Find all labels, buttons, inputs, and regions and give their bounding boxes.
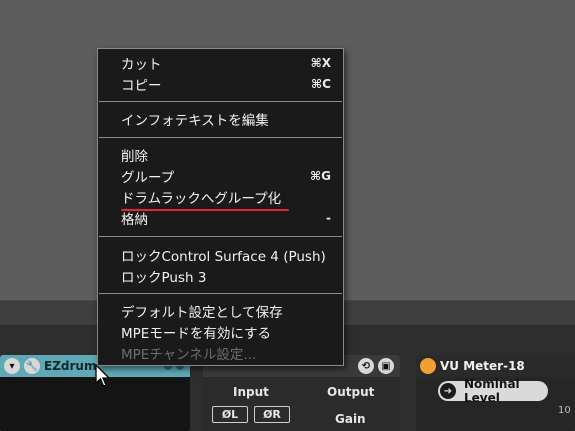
menu-item-lock-push[interactable]: ロックPush 3: [121, 265, 331, 286]
menu-shortcut: ⌘C: [311, 76, 331, 91]
menu-item-label: グループ: [121, 169, 175, 186]
menu-item-label: インフォテキストを編集: [121, 112, 269, 129]
menu-item-lock-control-surface[interactable]: ロックControl Surface 4 (Push): [121, 244, 331, 265]
device-name: VU Meter-18: [440, 359, 525, 373]
menu-item-mpe-channel-settings: MPEチャンネル設定...: [121, 342, 331, 363]
hot-swap-icon[interactable]: ⟲: [358, 358, 374, 374]
menu-item-label: ロックControl Surface 4 (Push): [121, 248, 326, 265]
input-label: Input: [233, 385, 269, 399]
phase-left-button[interactable]: ØL: [212, 406, 248, 423]
menu-item-label: MPEチャンネル設定...: [121, 346, 257, 363]
utility-device: ⟲ ▣ Input Output Gain ØL ØR: [203, 355, 400, 431]
output-label: Output: [327, 385, 375, 399]
menu-item-copy[interactable]: コピー ⌘C: [121, 73, 331, 94]
menu-item-edit-info-text[interactable]: インフォテキストを編集: [121, 108, 331, 129]
menu-item-label: カット: [121, 56, 162, 73]
menu-separator: [99, 236, 342, 237]
arrow-right-icon: ➜: [440, 383, 456, 399]
gain-label: Gain: [335, 412, 366, 426]
menu-item-enable-mpe[interactable]: MPEモードを有効にする: [121, 321, 331, 342]
menu-item-label: MPEモードを有効にする: [121, 325, 271, 342]
menu-separator: [99, 101, 342, 102]
menu-item-cut[interactable]: カット ⌘X: [121, 52, 331, 73]
menu-item-label: 削除: [121, 148, 148, 165]
mouse-cursor-icon: [95, 364, 111, 387]
phase-right-button[interactable]: ØR: [254, 406, 290, 423]
menu-item-label: ロックPush 3: [121, 269, 207, 286]
device-on-icon[interactable]: [420, 358, 436, 374]
save-preset-icon[interactable]: ▣: [378, 358, 394, 374]
menu-item-delete[interactable]: 削除: [121, 144, 331, 165]
menu-item-group[interactable]: グループ ⌘G: [121, 165, 331, 186]
menu-item-store[interactable]: 格納 -: [121, 207, 331, 228]
menu-shortcut: ⌘X: [310, 55, 331, 70]
vu-meter-device: VU Meter-18 Nominal Level ➜ 10: [416, 355, 575, 431]
menu-item-label: コピー: [121, 77, 162, 94]
menu-item-group-to-drum-rack[interactable]: ドラムラックへグループ化: [121, 186, 331, 207]
menu-item-label: ドラムラックへグループ化: [121, 190, 282, 207]
vu-meter-title-bar[interactable]: VU Meter-18: [416, 355, 575, 377]
menu-shortcut: ⌘G: [310, 168, 331, 183]
context-menu: カット ⌘X コピー ⌘C インフォテキストを編集 削除 グループ ⌘G ドラム…: [97, 48, 344, 366]
menu-shortcut: -: [326, 210, 331, 225]
fold-toggle-icon[interactable]: ▾: [4, 358, 20, 374]
device-name: EZdrum: [44, 359, 97, 373]
menu-separator: [99, 293, 342, 294]
menu-item-label: 格納: [121, 211, 148, 228]
menu-item-label: デフォルト設定として保存: [121, 304, 283, 321]
menu-item-save-as-default[interactable]: デフォルト設定として保存: [121, 300, 331, 321]
meter-scale-value: 10: [558, 405, 571, 416]
menu-separator: [99, 137, 342, 138]
utility-body: Input Output Gain ØL ØR: [203, 377, 400, 431]
wrench-icon[interactable]: 🔧: [24, 358, 40, 374]
